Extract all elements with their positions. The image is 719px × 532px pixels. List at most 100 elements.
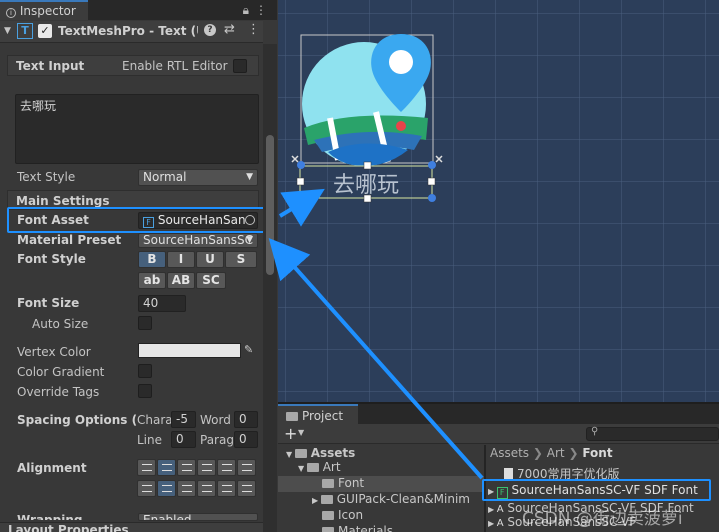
word-field[interactable]: 0 — [234, 411, 258, 428]
text-style-value: Normal — [143, 170, 187, 184]
scene-view[interactable]: 去哪玩 — [278, 0, 719, 402]
tree-item-font-selected[interactable] — [278, 476, 484, 492]
align-bottom-button[interactable] — [177, 480, 196, 497]
tree-item-font[interactable]: Font — [322, 476, 364, 490]
watermark: CSDN @街边卖菠萝i — [522, 509, 683, 529]
folder-icon — [320, 495, 333, 504]
font-style-underline-button[interactable]: U — [196, 251, 224, 268]
align-baseline-icon — [202, 485, 212, 492]
textmeshpro-icon: T — [17, 23, 33, 39]
align-geometry-button[interactable] — [237, 459, 256, 476]
folder-icon — [294, 449, 307, 458]
project-search-input[interactable]: ⚲ — [586, 426, 719, 441]
breadcrumb-assets[interactable]: Assets — [490, 446, 529, 460]
tree-label: Icon — [338, 508, 364, 522]
tree-label: Assets — [310, 446, 356, 460]
override-tags-checkbox[interactable] — [138, 384, 152, 398]
component-title: TextMeshPro - Text (UI) — [58, 24, 198, 38]
parag-field[interactable]: 0 — [234, 431, 258, 448]
project-panel: Project + ▼ ⚲ ▼ Assets ▼ Art Font ▶ GUIP… — [278, 404, 719, 532]
font-style-bold-button[interactable]: B — [138, 251, 166, 268]
component-enabled-checkbox[interactable]: ✓ — [38, 24, 52, 38]
word-label: Word — [200, 413, 231, 427]
help-icon[interactable]: ? — [204, 24, 216, 36]
line-field[interactable]: 0 — [171, 431, 196, 448]
align-baseline-button[interactable] — [197, 480, 216, 497]
layout-properties-header[interactable]: Layout Properties — [0, 522, 263, 532]
material-preset-label: Material Preset — [17, 233, 122, 247]
text-file-icon — [504, 468, 513, 479]
wrapping-value: Enabled — [143, 513, 192, 521]
align-flush-button[interactable] — [217, 459, 236, 476]
folder-icon — [322, 527, 334, 532]
parag-label: Parag — [200, 433, 234, 447]
text-input-area[interactable]: 去哪玩 — [15, 94, 259, 164]
folder-icon — [322, 479, 334, 488]
wrapping-dropdown[interactable]: Enabled — [138, 513, 258, 521]
font-style-smallcaps-button[interactable]: SC — [196, 272, 226, 289]
align-capline-button[interactable] — [237, 480, 256, 497]
line-label: Line — [137, 433, 163, 447]
scene-canvas: 去哪玩 — [278, 0, 719, 402]
align-center-icon — [162, 464, 172, 471]
tree-item-icon[interactable]: Icon — [322, 508, 363, 522]
line-value: 0 — [176, 432, 184, 446]
align-center-button[interactable] — [157, 459, 176, 476]
font-style-lowercase-button[interactable]: ab — [138, 272, 166, 289]
component-menu-icon[interactable]: ⋮ — [247, 22, 260, 37]
breadcrumb-font[interactable]: Font — [582, 446, 612, 460]
align-middle-button[interactable] — [157, 480, 176, 497]
add-button[interactable]: + — [284, 424, 297, 443]
inspector-scrollbar[interactable] — [263, 44, 277, 532]
align-top-button[interactable] — [137, 480, 156, 497]
font-style-italic-button[interactable]: I — [167, 251, 195, 268]
auto-size-checkbox[interactable] — [138, 316, 152, 330]
font-style-strike-button[interactable]: S — [225, 251, 257, 268]
tree-item-materials[interactable]: Materials — [322, 524, 393, 532]
tree-item-art[interactable]: ▼ Art — [298, 460, 341, 474]
text-input-value: 去哪玩 — [20, 99, 57, 113]
font-asset-icon: F — [496, 487, 508, 499]
file-label: SourceHanSansSC-VF SDF Font — [511, 483, 698, 497]
tree-label: Materials — [338, 524, 394, 532]
breadcrumb-art[interactable]: Art — [547, 446, 565, 460]
text-input-header: Text Input Enable RTL Editor — [7, 55, 259, 76]
preset-icon[interactable]: ⇄ — [224, 22, 235, 37]
align-justified-button[interactable] — [197, 459, 216, 476]
eyedropper-icon[interactable]: ✎ — [244, 343, 253, 356]
align-justified-icon — [202, 464, 212, 471]
tree-item-guipack[interactable]: ▶ GUIPack-Clean&Minim — [312, 492, 470, 506]
align-midline-icon — [222, 485, 232, 492]
text-style-dropdown[interactable]: Normal ▼ — [138, 169, 258, 186]
font-file-icon: A — [496, 518, 504, 527]
breadcrumb: Assets ❯ Art ❯ Font — [490, 446, 613, 460]
spacing-label: Spacing Options (em) — [17, 413, 137, 427]
tab-menu-icons[interactable]: 🔒︎⋮ — [243, 3, 273, 18]
file-item-sdf-font[interactable]: ▶ F SourceHanSansSC-VF SDF Font — [488, 483, 698, 499]
tree-label: GUIPack-Clean&Minim — [336, 492, 470, 506]
font-file-icon: A — [496, 504, 504, 515]
align-bottom-icon — [182, 485, 192, 492]
rtl-checkbox[interactable] — [233, 59, 247, 73]
tree-item-assets[interactable]: ▼ Assets — [286, 446, 355, 460]
component-header[interactable]: ▼ T ✓ TextMeshPro - Text (UI) ? ⇄ ⋮ — [0, 21, 263, 43]
collapse-arrow-icon[interactable]: ▼ — [4, 26, 11, 36]
inspector-scroll-thumb[interactable] — [266, 135, 274, 275]
chara-field[interactable]: -5 — [171, 411, 196, 428]
font-size-field[interactable]: 40 — [138, 295, 186, 312]
align-right-button[interactable] — [177, 459, 196, 476]
align-midline-button[interactable] — [217, 480, 236, 497]
word-value: 0 — [239, 412, 247, 426]
tab-inspector-label: Inspector — [19, 4, 76, 18]
vertex-color-swatch[interactable] — [138, 343, 241, 358]
chevron-down-icon: ▼ — [246, 235, 253, 245]
tab-inspector[interactable]: i Inspector — [0, 0, 88, 20]
tab-project[interactable]: Project — [278, 404, 358, 424]
add-dropdown-icon[interactable]: ▼ — [298, 428, 304, 437]
material-preset-dropdown[interactable]: SourceHanSansSC ▼ — [138, 233, 258, 248]
align-capline-icon — [242, 485, 252, 492]
color-gradient-checkbox[interactable] — [138, 364, 152, 378]
align-left-button[interactable] — [137, 459, 156, 476]
font-style-uppercase-button[interactable]: AB — [167, 272, 195, 289]
folder-tree: ▼ Assets ▼ Art Font ▶ GUIPack-Clean&Mini… — [278, 445, 484, 532]
